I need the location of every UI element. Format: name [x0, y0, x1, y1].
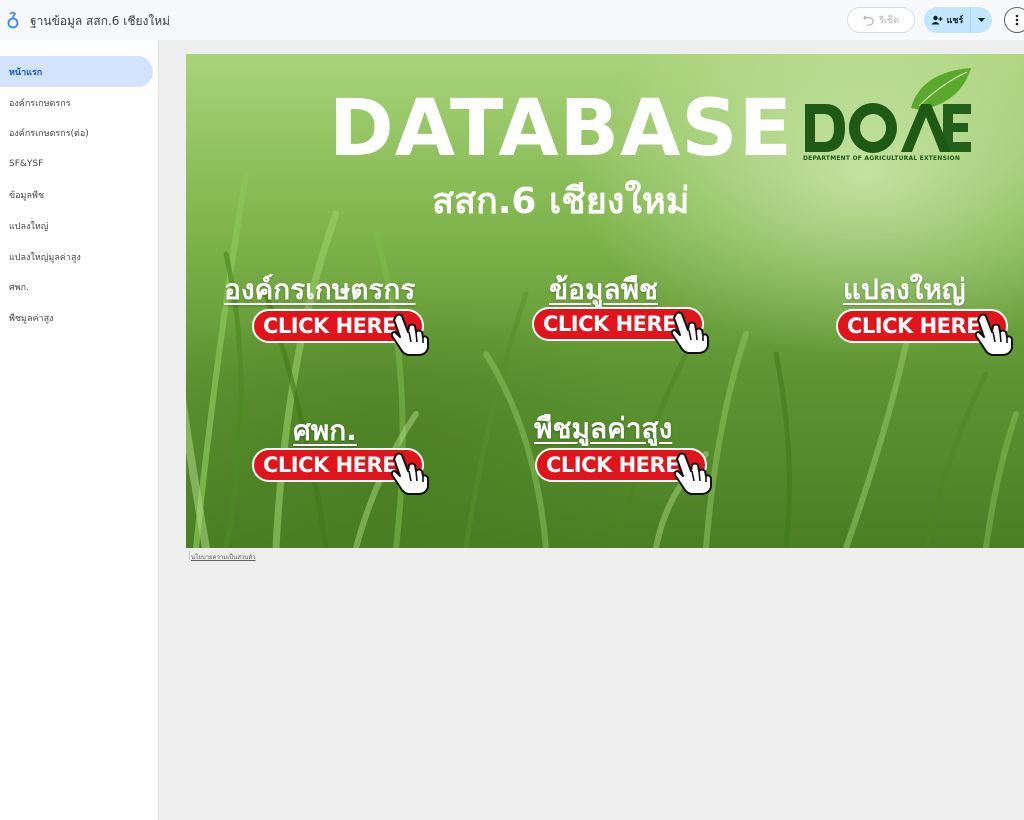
reset-button-label: รีเซ็ต [879, 16, 899, 26]
pointing-hand-icon [974, 313, 1013, 356]
database-banner: DATABASE สสก.6 เชียงใหม่ DEPARTMENT OF A… [186, 54, 1024, 548]
sidebar-item-high-value-crops[interactable]: พืชมูลค่าสูง [0, 302, 153, 333]
sidebar-item-farmer-organizations-cont[interactable]: องค์กรเกษตรกร(ต่อ) [0, 117, 153, 148]
click-here-label: CLICK HERE [546, 453, 680, 477]
privacy-policy-link[interactable]: นโยบายความเป็นส่วนตัว [191, 552, 256, 562]
share-button[interactable]: แชร์ [924, 7, 971, 33]
pointing-hand-icon [390, 313, 429, 356]
site-title: ฐานข้อมูล สสก.6 เชียงใหม่ [30, 14, 171, 28]
sidebar-item-label: แปลงใหญ่มูลค่าสูง [9, 252, 81, 263]
sidebar-item-sf-ysf[interactable]: SF&YSF [0, 148, 153, 179]
sidebar-item-large-plots[interactable]: แปลงใหญ่ [0, 210, 153, 241]
sidebar-item-label: พืชมูลค่าสูง [9, 313, 54, 324]
click-here-label: CLICK HERE [847, 314, 981, 338]
click-here-learning-centers[interactable]: CLICK HERE [252, 445, 429, 495]
sidebar-item-crop-data[interactable]: ข้อมูลพืช [0, 179, 153, 210]
click-here-label: CLICK HERE [263, 314, 397, 338]
sidebar-item-learning-centers[interactable]: ศพก. [0, 271, 153, 302]
click-here-label: CLICK HERE [263, 453, 397, 477]
add-person-icon [931, 15, 943, 25]
app-logo-icon[interactable] [6, 11, 20, 29]
sidebar-item-label: SF&YSF [9, 158, 44, 169]
more-vert-icon [1015, 14, 1019, 26]
caret-down-icon [978, 18, 985, 22]
pointing-hand-icon [390, 452, 429, 495]
sidebar-item-label: องค์กรเกษตรกร(ต่อ) [9, 128, 89, 139]
more-options-button[interactable] [1004, 7, 1024, 33]
sidebar-item-label: องค์กรเกษตรกร [9, 98, 71, 109]
click-here-crop-data[interactable]: CLICK HERE [532, 304, 709, 354]
sidebar-item-label: แปลงใหญ่ [9, 221, 49, 232]
top-bar: ฐานข้อมูล สสก.6 เชียงใหม่ รีเซ็ต แชร์ [0, 0, 1024, 40]
footer-divider [189, 551, 190, 560]
share-dropdown-button[interactable] [971, 7, 992, 33]
undo-icon [863, 14, 874, 26]
sidebar-item-label: ข้อมูลพืช [9, 190, 45, 201]
share-button-group: แชร์ [924, 7, 992, 33]
click-here-farmer-organizations[interactable]: CLICK HERE [252, 306, 429, 356]
banner-subtitle: สสก.6 เชียงใหม่ [432, 181, 690, 222]
reset-button[interactable]: รีเซ็ต [847, 7, 915, 33]
click-here-high-value-crops[interactable]: CLICK HERE [535, 445, 712, 495]
sidebar-item-label: ศพก. [9, 282, 29, 293]
share-button-label: แชร์ [946, 16, 964, 26]
doae-logo-caption: DEPARTMENT OF AGRICULTURAL EXTENSION [803, 155, 961, 162]
sidebar-item-high-value-large-plots[interactable]: แปลงใหญ่มูลค่าสูง [0, 241, 153, 272]
click-here-label: CLICK HERE [543, 312, 677, 336]
pointing-hand-icon [670, 311, 709, 354]
sidebar-nav: หน้าแรก องค์กรเกษตรกร องค์กรเกษตรกร(ต่อ)… [0, 40, 159, 820]
pointing-hand-icon [673, 452, 712, 495]
sidebar-item-farmer-organizations[interactable]: องค์กรเกษตรกร [0, 87, 153, 118]
sidebar-item-label: หน้าแรก [9, 67, 43, 78]
click-here-large-plots[interactable]: CLICK HERE [836, 306, 1013, 356]
sidebar-item-home[interactable]: หน้าแรก [0, 56, 153, 87]
banner-title: DATABASE [329, 84, 793, 174]
